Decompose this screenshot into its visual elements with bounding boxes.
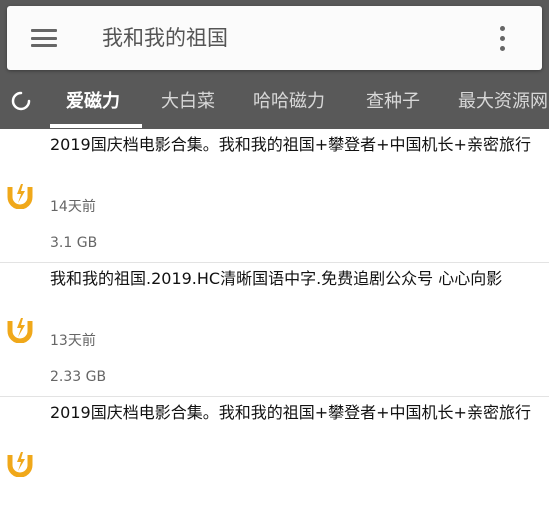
- tab-aicili[interactable]: 爱磁力: [66, 90, 120, 114]
- list-item[interactable]: 2019国庆档电影合集。我和我的祖国+攀登者+中国机长+亲密旅行: [0, 397, 549, 530]
- loading-spinner-icon: [11, 91, 31, 111]
- menu-icon[interactable]: [31, 29, 57, 47]
- tab-hahacili[interactable]: 哈哈磁力: [253, 90, 325, 114]
- result-size: 2.33 GB: [50, 369, 107, 385]
- magnet-icon: [7, 452, 33, 477]
- result-list[interactable]: 2019国庆档电影合集。我和我的祖国+攀登者+中国机长+亲密旅行 14天前 3.…: [0, 129, 549, 530]
- result-age: 13天前: [50, 333, 96, 349]
- tab-dabaicai[interactable]: 大白菜: [161, 90, 215, 114]
- magnet-icon: [7, 184, 33, 209]
- app-toolbar: 我和我的祖国 爱磁力 大白菜 哈哈磁力 查种子 最大资源网: [0, 0, 549, 129]
- search-input[interactable]: 我和我的祖国: [102, 23, 228, 53]
- list-item[interactable]: 2019国庆档电影合集。我和我的祖国+攀登者+中国机长+亲密旅行 14天前 3.…: [0, 129, 549, 263]
- magnet-icon: [7, 318, 33, 343]
- tab-zuidaziyuanwang[interactable]: 最大资源网: [458, 90, 548, 114]
- more-vert-icon[interactable]: [495, 24, 509, 54]
- result-age: 14天前: [50, 199, 96, 215]
- result-size: 3.1 GB: [50, 235, 98, 251]
- result-title: 我和我的祖国.2019.HC清晰国语中字.免费追剧公众号 心心向影: [50, 269, 503, 288]
- active-tab-indicator: [50, 124, 142, 128]
- search-bar[interactable]: 我和我的祖国: [7, 6, 542, 70]
- tab-chazhongzi[interactable]: 查种子: [366, 90, 420, 114]
- list-item[interactable]: 我和我的祖国.2019.HC清晰国语中字.免费追剧公众号 心心向影 13天前 2…: [0, 263, 549, 397]
- result-title: 2019国庆档电影合集。我和我的祖国+攀登者+中国机长+亲密旅行: [50, 135, 531, 154]
- result-title: 2019国庆档电影合集。我和我的祖国+攀登者+中国机长+亲密旅行: [50, 403, 531, 422]
- source-tabs: 爱磁力 大白菜 哈哈磁力 查种子 最大资源网: [0, 74, 549, 129]
